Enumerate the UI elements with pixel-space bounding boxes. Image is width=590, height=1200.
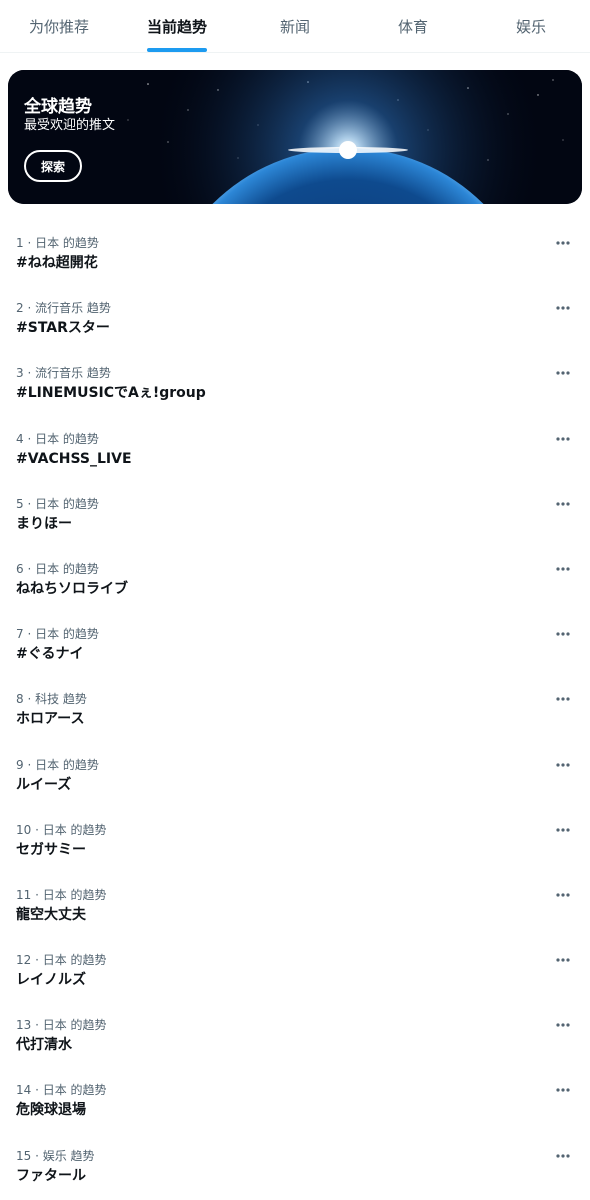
trend-meta: 12 · 日本 的趋势 bbox=[16, 953, 107, 968]
trend-list: 1 · 日本 的趋势 #ねね超開花 2 · 流行音乐 趋势 #STARスター 3… bbox=[0, 222, 590, 1200]
trend-name: セガサミー bbox=[16, 841, 86, 858]
more-horizontal-icon[interactable] bbox=[554, 823, 572, 837]
explore-button[interactable]: 探索 bbox=[24, 150, 82, 182]
trend-item[interactable]: 5 · 日本 的趋势 まりほー bbox=[0, 483, 590, 548]
more-horizontal-icon[interactable] bbox=[554, 1083, 572, 1097]
trend-meta: 14 · 日本 的趋势 bbox=[16, 1083, 107, 1098]
tab-label: 体育 bbox=[397, 17, 428, 36]
tab-for-you[interactable]: 为你推荐 bbox=[0, 0, 118, 52]
trend-meta: 4 · 日本 的趋势 bbox=[16, 431, 99, 446]
more-horizontal-icon[interactable] bbox=[554, 1018, 572, 1032]
more-horizontal-icon[interactable] bbox=[554, 692, 572, 706]
tab-entertainment[interactable]: 娱乐 bbox=[472, 0, 590, 52]
trend-meta: 13 · 日本 的趋势 bbox=[16, 1018, 107, 1033]
trend-item[interactable]: 8 · 科技 趋势 ホロアース bbox=[0, 678, 590, 743]
trend-name: ホロアース bbox=[16, 711, 85, 728]
trend-item[interactable]: 15 · 娱乐 趋势 ファタール bbox=[0, 1135, 590, 1200]
trend-meta: 7 · 日本 的趋势 bbox=[16, 627, 99, 642]
trend-item[interactable]: 3 · 流行音乐 趋势 #LINEMUSICでAぇ!group bbox=[0, 352, 590, 417]
trend-item[interactable]: 1 · 日本 的趋势 #ねね超開花 bbox=[0, 222, 590, 287]
tab-label: 娱乐 bbox=[515, 17, 546, 36]
more-horizontal-icon[interactable] bbox=[554, 236, 572, 250]
more-horizontal-icon[interactable] bbox=[554, 627, 572, 641]
trend-meta: 8 · 科技 趋势 bbox=[16, 692, 87, 707]
more-horizontal-icon[interactable] bbox=[554, 366, 572, 380]
trend-item[interactable]: 2 · 流行音乐 趋势 #STARスター bbox=[0, 287, 590, 352]
trend-meta: 3 · 流行音乐 趋势 bbox=[16, 366, 111, 381]
trend-meta: 10 · 日本 的趋势 bbox=[16, 822, 107, 837]
trend-item[interactable]: 11 · 日本 的趋势 龍空大丈夫 bbox=[0, 874, 590, 939]
trend-item[interactable]: 7 · 日本 的趋势 #ぐるナイ bbox=[0, 613, 590, 678]
more-horizontal-icon[interactable] bbox=[554, 1149, 572, 1163]
trend-name: ルイーズ bbox=[16, 776, 72, 793]
trend-name: #ぐるナイ bbox=[16, 646, 84, 663]
trend-item[interactable]: 10 · 日本 的趋势 セガサミー bbox=[0, 809, 590, 874]
more-horizontal-icon[interactable] bbox=[554, 562, 572, 576]
tab-sports[interactable]: 体育 bbox=[354, 0, 472, 52]
more-horizontal-icon[interactable] bbox=[554, 758, 572, 772]
active-tab-indicator bbox=[147, 48, 207, 52]
trend-name: ファタール bbox=[16, 1167, 86, 1184]
trend-meta: 5 · 日本 的趋势 bbox=[16, 496, 99, 511]
more-horizontal-icon[interactable] bbox=[554, 301, 572, 315]
trend-meta: 6 · 日本 的趋势 bbox=[16, 561, 99, 576]
global-trends-banner[interactable]: 全球趋势 最受欢迎的推文 探索 bbox=[8, 70, 582, 204]
trend-meta: 11 · 日本 的趋势 bbox=[16, 887, 107, 902]
trend-name: 代打清水 bbox=[16, 1037, 72, 1054]
more-horizontal-icon[interactable] bbox=[554, 432, 572, 446]
trend-name: 危険球退場 bbox=[16, 1102, 86, 1119]
tab-label: 为你推荐 bbox=[28, 17, 89, 36]
more-horizontal-icon[interactable] bbox=[554, 497, 572, 511]
tab-bar: 为你推荐 当前趋势 新闻 体育 娱乐 bbox=[0, 0, 590, 53]
trend-meta: 2 · 流行音乐 趋势 bbox=[16, 301, 111, 316]
trend-name: #VACHSS_LIVE bbox=[16, 450, 132, 467]
tab-label: 新闻 bbox=[279, 17, 310, 36]
trend-item[interactable]: 6 · 日本 的趋势 ねねちソロライブ bbox=[0, 548, 590, 613]
trend-name: まりほー bbox=[16, 515, 72, 532]
trend-item[interactable]: 14 · 日本 的趋势 危険球退場 bbox=[0, 1069, 590, 1134]
trend-name: #ねね超開花 bbox=[16, 255, 98, 271]
trend-meta: 15 · 娱乐 趋势 bbox=[16, 1148, 95, 1163]
tab-label: 当前趋势 bbox=[146, 17, 207, 36]
earth-banner-image bbox=[8, 70, 582, 204]
more-horizontal-icon[interactable] bbox=[554, 953, 572, 967]
trend-meta: 9 · 日本 的趋势 bbox=[16, 757, 99, 772]
trend-name: #STARスター bbox=[16, 320, 110, 337]
trend-meta: 1 · 日本 的趋势 bbox=[16, 236, 99, 250]
more-horizontal-icon[interactable] bbox=[554, 888, 572, 902]
trend-name: #LINEMUSICでAぇ!group bbox=[16, 385, 206, 402]
trend-item[interactable]: 9 · 日本 的趋势 ルイーズ bbox=[0, 744, 590, 809]
tab-news[interactable]: 新闻 bbox=[236, 0, 354, 52]
trend-name: ねねちソロライブ bbox=[16, 580, 128, 597]
trend-name: 龍空大丈夫 bbox=[16, 906, 86, 923]
trend-item[interactable]: 4 · 日本 的趋势 #VACHSS_LIVE bbox=[0, 418, 590, 483]
banner-subtitle: 最受欢迎的推文 bbox=[24, 118, 116, 133]
trend-item[interactable]: 13 · 日本 的趋势 代打清水 bbox=[0, 1004, 590, 1069]
trend-item[interactable]: 12 · 日本 的趋势 レイノルズ bbox=[0, 939, 590, 1004]
tab-trending[interactable]: 当前趋势 bbox=[118, 0, 236, 52]
trend-name: レイノルズ bbox=[16, 972, 86, 989]
